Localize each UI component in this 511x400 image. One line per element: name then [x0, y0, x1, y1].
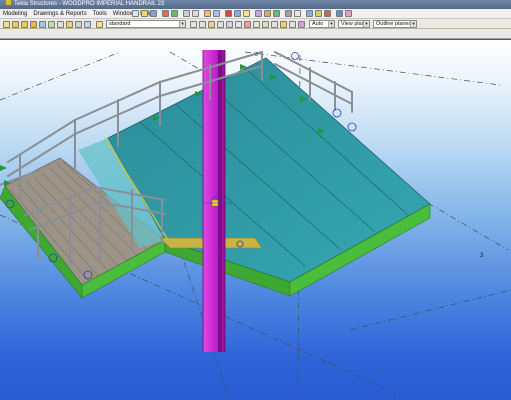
copy-icon[interactable] — [192, 10, 199, 17]
cut-icon[interactable] — [183, 10, 190, 17]
model-3d-view[interactable]: 3 — [0, 40, 511, 400]
class-combo[interactable]: standard ▼ — [106, 20, 186, 28]
snap-grid-icon[interactable] — [262, 20, 269, 28]
snap-center-icon[interactable] — [208, 20, 215, 28]
snap-icon[interactable] — [96, 20, 103, 28]
view-plane-combo[interactable]: View plane ▼ — [338, 20, 370, 28]
clash-icon[interactable] — [255, 10, 262, 17]
rotate-icon[interactable] — [324, 10, 331, 17]
snap-mid-icon[interactable] — [199, 20, 206, 28]
select-bolts-icon[interactable] — [30, 20, 37, 28]
help-icon[interactable] — [294, 10, 301, 17]
outline-planes-combo-value: Outline planes — [376, 21, 412, 27]
render-combo-value: Auto — [312, 21, 324, 27]
select-views-icon[interactable] — [57, 20, 64, 28]
select-all-icon[interactable] — [3, 20, 10, 28]
zoom-icon[interactable] — [306, 10, 313, 17]
numbering-icon[interactable] — [264, 10, 271, 17]
menu-drawings-reports[interactable]: Drawings & Reports — [30, 9, 89, 18]
render-icon[interactable] — [336, 10, 343, 17]
snap-any-icon[interactable] — [253, 20, 260, 28]
axis-label: 3 — [480, 253, 484, 259]
snap-end-icon[interactable] — [190, 20, 197, 28]
select-components-icon[interactable] — [66, 20, 73, 28]
snap-line-icon[interactable] — [235, 20, 242, 28]
menu-modeling[interactable]: Modeling — [0, 9, 30, 18]
measure-icon[interactable] — [243, 10, 250, 17]
save-icon[interactable] — [150, 10, 157, 17]
select-assembly-icon[interactable] — [75, 20, 82, 28]
secondary-toolbar — [0, 29, 511, 39]
chevron-down-icon[interactable]: ▼ — [328, 21, 334, 27]
menu-bar: ModelingDrawings & ReportsToolsWindowHel… — [0, 9, 511, 19]
report-icon[interactable] — [273, 10, 280, 17]
snap-perpendicular-icon[interactable] — [226, 20, 233, 28]
redo-icon[interactable] — [171, 10, 178, 17]
select-welds-icon[interactable] — [21, 20, 28, 28]
properties-icon[interactable] — [204, 10, 211, 17]
grid-label-top: 3 — [255, 52, 258, 58]
snap-reference-icon[interactable] — [271, 20, 278, 28]
select-points-icon[interactable] — [39, 20, 46, 28]
tekla-window: Tekla Structures - WOODPRO IMPERIAL HAND… — [0, 0, 511, 400]
filter-icon[interactable] — [345, 10, 352, 17]
snap-geometry-icon[interactable] — [280, 20, 287, 28]
window-title: Tekla Structures - WOODPRO IMPERIAL HAND… — [14, 1, 165, 7]
undo-icon[interactable] — [162, 10, 169, 17]
select-parts-icon[interactable] — [12, 20, 19, 28]
new-icon[interactable] — [132, 10, 139, 17]
view-icon[interactable] — [213, 10, 220, 17]
open-icon[interactable] — [141, 10, 148, 17]
menu-tools[interactable]: Tools — [90, 9, 110, 18]
main-toolbar: standard ▼ Auto ▼ View plane ▼ Outline plan… — [0, 19, 511, 29]
snap-nearest-icon[interactable] — [244, 20, 251, 28]
select-objects-icon[interactable] — [84, 20, 91, 28]
settings-icon[interactable] — [285, 10, 292, 17]
select-icon[interactable] — [234, 10, 241, 17]
title-bar: Tekla Structures - WOODPRO IMPERIAL HAND… — [0, 0, 511, 9]
chevron-down-icon[interactable]: ▼ — [410, 21, 416, 27]
chevron-down-icon[interactable]: ▼ — [179, 21, 185, 27]
snap-plane-icon[interactable] — [298, 20, 305, 28]
app-icon — [6, 0, 11, 5]
class-combo-value: standard — [109, 21, 131, 27]
snap-intersection-icon[interactable] — [217, 20, 224, 28]
snap-free-icon[interactable] — [289, 20, 296, 28]
outline-planes-combo[interactable]: Outline planes ▼ — [373, 20, 417, 28]
model-viewport[interactable]: 3 3 — [0, 40, 511, 400]
pan-icon[interactable] — [315, 10, 322, 17]
select-grids-icon[interactable] — [48, 20, 55, 28]
chevron-down-icon[interactable]: ▼ — [363, 21, 369, 27]
render-combo[interactable]: Auto ▼ — [309, 20, 335, 28]
delete-icon[interactable] — [225, 10, 232, 17]
